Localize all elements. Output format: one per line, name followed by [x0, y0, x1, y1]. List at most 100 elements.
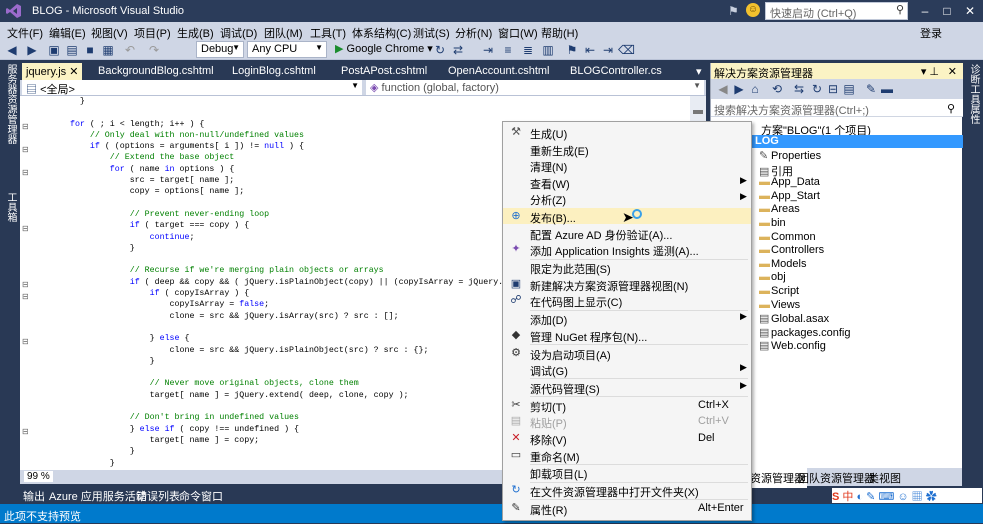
solution-item[interactable]: ▬Script — [759, 285, 799, 297]
solution-item[interactable]: ▬Views — [759, 299, 800, 311]
save-all-icon[interactable]: ▦ — [100, 42, 116, 58]
next-bookmark-icon[interactable]: ⇥ — [600, 42, 616, 58]
history-icon[interactable]: ⟲ — [769, 81, 785, 97]
context-menu-item[interactable]: ↻ 在文件资源管理器中打开文件夹(X) — [503, 482, 751, 499]
open-file-icon[interactable]: ▤ — [64, 42, 80, 58]
output-tab[interactable]: 输出 — [23, 488, 45, 504]
indent-icon[interactable]: ≡ — [500, 42, 516, 58]
menu-item[interactable]: 帮助(H) — [541, 25, 578, 41]
menu-item[interactable]: 文件(F) — [7, 25, 43, 41]
back-icon[interactable]: ◀ — [4, 42, 20, 58]
tab-backgroundblog[interactable]: BackgroundBlog.cshtml — [98, 65, 214, 77]
solution-item[interactable]: ▤ Global.asax — [759, 312, 829, 325]
solution-item[interactable]: ▬App_Start — [759, 190, 820, 202]
properties-tab[interactable]: 属性 — [966, 104, 981, 124]
diagnostic-tools-tab[interactable]: 诊断工具 — [966, 64, 981, 104]
maximize-button[interactable]: □ — [937, 2, 957, 20]
context-menu-item[interactable]: ✕ 移除(V) Del — [503, 430, 751, 447]
scroll-thumb[interactable] — [693, 110, 703, 114]
minimize-button[interactable]: – — [915, 2, 935, 20]
solution-search-input[interactable]: 搜索解决方案资源管理器(Ctrl+;) — [711, 99, 963, 117]
context-menu-item[interactable]: 重新生成(E) — [503, 141, 751, 158]
menu-item[interactable]: 项目(P) — [134, 25, 171, 41]
tab-jquery-js[interactable]: jquery.js ✕ — [22, 63, 83, 80]
new-project-icon[interactable]: ▣ — [46, 42, 62, 58]
solution-item[interactable]: ✎ Properties — [759, 149, 821, 162]
ime-toolbar[interactable]: S 中 ◐ ✎ ⌨ ☺ ▦ ✿ — [832, 488, 982, 503]
context-menu-item[interactable]: ▭ 重命名(M) — [503, 447, 751, 464]
context-menu-item[interactable]: ⚙ 设为启动项目(A) — [503, 345, 751, 362]
close-button[interactable]: ✕ — [960, 2, 980, 20]
context-menu-item[interactable]: 清理(N) — [503, 157, 751, 174]
home-icon[interactable]: ⌂ — [747, 81, 763, 97]
solution-item[interactable]: ▬bin — [759, 217, 786, 229]
context-menu-item[interactable]: ▤ 粘贴(P) Ctrl+V — [503, 413, 751, 430]
context-menu-item[interactable]: 限定为此范围(S) — [503, 259, 751, 276]
tab-postapost[interactable]: PostAPost.cshtml — [341, 65, 427, 77]
menu-item[interactable]: 测试(S) — [413, 25, 450, 41]
context-menu-item[interactable]: ◆ 管理 NuGet 程序包(N)... — [503, 327, 751, 344]
clear-bookmark-icon[interactable]: ⌫ — [618, 42, 635, 58]
start-debugging-button[interactable]: ▶ Google Chrome ▾ — [335, 42, 433, 55]
collapse-marker[interactable]: ⊟ — [22, 224, 29, 234]
menu-item[interactable]: 生成(B) — [177, 25, 214, 41]
show-all-files-icon[interactable]: ▤ — [841, 81, 857, 97]
pin-icon[interactable]: ▾ ⊥ — [921, 65, 939, 78]
close-tab-icon[interactable]: ✕ — [69, 66, 78, 78]
outdent-icon[interactable]: ≣ — [520, 42, 536, 58]
redo-icon[interactable]: ↷ — [146, 42, 162, 58]
context-menu-item[interactable]: ▣ 新建解决方案资源管理器视图(N) — [503, 276, 751, 293]
platform-select[interactable]: Any CPU ▼ — [247, 41, 327, 58]
comment-icon[interactable]: ▥ — [540, 42, 556, 58]
zoom-level[interactable]: 99 % — [24, 471, 53, 482]
collapse-marker[interactable]: ⊟ — [22, 122, 29, 132]
feedback-smiley-icon[interactable]: ☺ — [746, 3, 760, 17]
menu-item[interactable]: 分析(N) — [455, 25, 492, 41]
save-icon[interactable]: ■ — [82, 42, 98, 58]
context-menu-item[interactable]: 查看(W) ▶ — [503, 174, 751, 191]
solution-item[interactable]: ▬obj — [759, 271, 786, 283]
back-icon[interactable]: ◀ — [715, 81, 731, 97]
context-menu-item[interactable]: ✎ 属性(R) Alt+Enter — [503, 500, 751, 517]
context-menu-item[interactable]: 添加(D) ▶ — [503, 310, 751, 327]
menu-item[interactable]: 调试(D) — [220, 25, 257, 41]
solution-item[interactable]: ▤ Web.config — [759, 339, 826, 352]
login-link[interactable]: 登录 — [920, 25, 942, 41]
solution-item[interactable]: ▬Controllers — [759, 244, 824, 256]
tab-blogcontroller[interactable]: BLOGController.cs — [570, 65, 662, 77]
context-menu-item[interactable]: 分析(Z) ▶ — [503, 190, 751, 207]
menu-item[interactable]: 窗口(W) — [498, 25, 538, 41]
solution-item[interactable]: ▬Common — [759, 231, 816, 243]
menu-item[interactable]: 团队(M) — [264, 25, 303, 41]
configuration-select[interactable]: Debug ▼ — [196, 41, 244, 58]
browser-link-icon[interactable]: ⇄ — [450, 42, 466, 58]
step-icon[interactable]: ⇥ — [480, 42, 496, 58]
error-list-tab[interactable]: 错误列表 — [136, 488, 180, 504]
refresh-icon[interactable]: ↻ — [809, 81, 825, 97]
context-menu-item[interactable]: 配置 Azure AD 身份验证(A)... — [503, 225, 751, 242]
undo-icon[interactable]: ↶ — [122, 42, 138, 58]
context-menu-item[interactable]: ☍ 在代码图上显示(C) — [503, 292, 751, 309]
context-menu-item[interactable]: 卸载项目(L) — [503, 464, 751, 481]
properties-wrench-icon[interactable]: ✎ — [863, 81, 879, 97]
server-explorer-tab[interactable]: 服务器资源管理器 — [3, 64, 18, 144]
member-select[interactable]: ◈ function (global, factory) ▼ — [366, 80, 704, 95]
tab-overflow-icon[interactable]: ▾ — [696, 65, 702, 78]
tab-openaccount[interactable]: OpenAccount.cshtml — [448, 65, 550, 77]
pending-changes-icon[interactable]: ⇆ — [791, 81, 807, 97]
solution-item[interactable]: ▬Models — [759, 258, 806, 270]
menu-item[interactable]: 编辑(E) — [49, 25, 86, 41]
context-menu-item[interactable]: 源代码管理(S) ▶ — [503, 379, 751, 396]
context-menu-item[interactable]: ✂ 剪切(T) Ctrl+X — [503, 397, 751, 414]
solution-item[interactable]: ▬App_Data — [759, 176, 820, 188]
command-window-tab[interactable]: 命令窗口 — [179, 488, 223, 504]
menu-item[interactable]: 工具(T) — [310, 25, 346, 41]
collapse-marker[interactable]: ⊟ — [22, 337, 29, 347]
collapse-all-icon[interactable]: ⊟ — [825, 81, 841, 97]
collapse-marker[interactable]: ⊟ — [22, 168, 29, 178]
tab-class-view[interactable]: 类视图 — [868, 470, 901, 486]
collapse-marker[interactable]: ⊟ — [22, 280, 29, 290]
toolbox-tab[interactable]: 工具箱 — [3, 192, 18, 222]
collapse-marker[interactable]: ⊟ — [22, 292, 29, 302]
azure-activity-tab[interactable]: Azure 应用服务活动 — [49, 488, 147, 504]
